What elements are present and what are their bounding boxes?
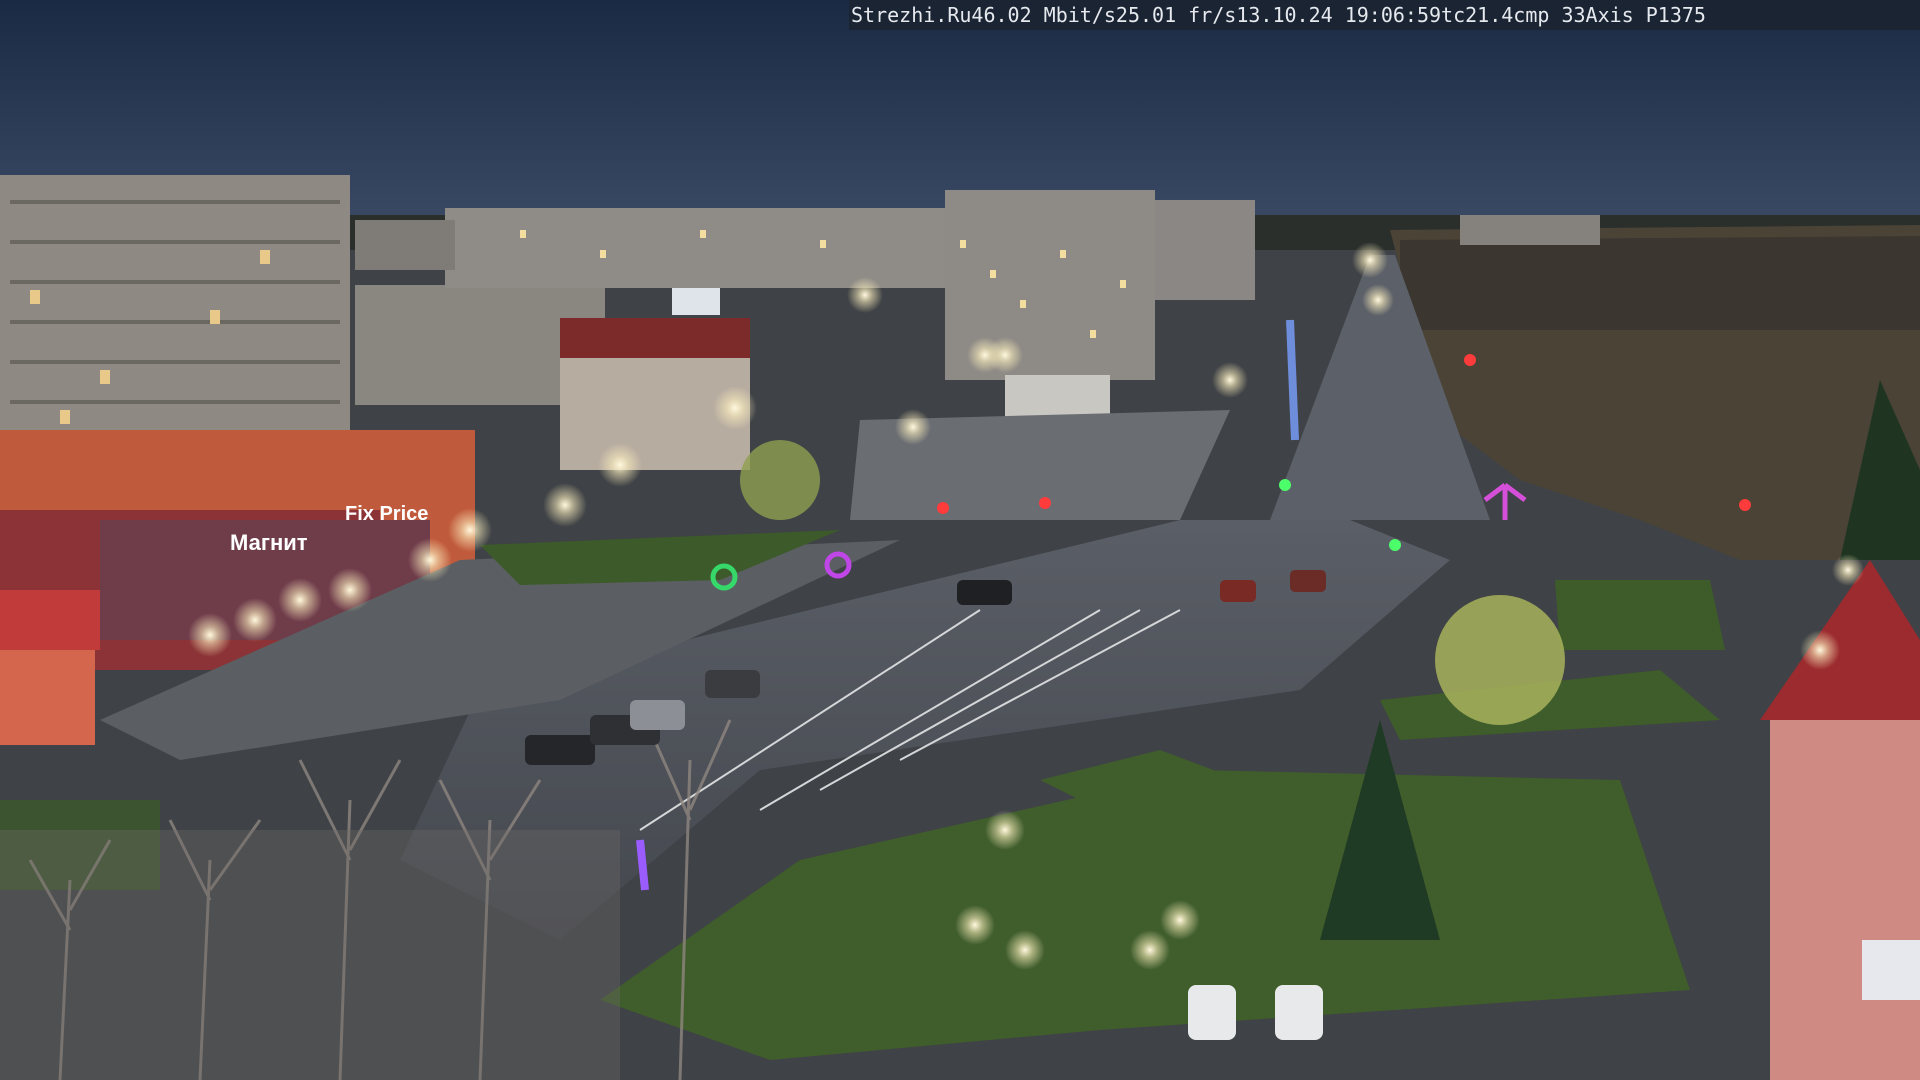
red-roof	[560, 318, 750, 358]
tree-haze	[0, 830, 620, 1080]
overlay-datetime: 13.10.24 19:06:59	[1236, 3, 1442, 27]
camera-info-overlay: Strezhi.Ru 46.02 Mbit/s 25.01 fr/s 13.10…	[849, 0, 1920, 30]
store-sign-magnit: Магнит	[230, 530, 308, 555]
birch-left	[740, 440, 820, 520]
light-post-decoration	[636, 839, 649, 891]
overlay-bitrate: 46.02 Mbit/s	[971, 3, 1116, 27]
right-far-block	[1155, 200, 1255, 300]
street-scene: Магнит Fix Price	[0, 0, 1920, 1080]
far-block-1	[445, 208, 945, 288]
overlay-site: Strezhi.Ru	[851, 3, 972, 27]
small-pavilion	[1005, 375, 1110, 420]
webcam-frame: Магнит Fix Price Strezhi.Ru 46.02 Mbit/s…	[0, 0, 1920, 1080]
holiday-light-column	[1286, 319, 1299, 441]
far-block-2	[355, 220, 455, 270]
store-sign-fixprice: Fix Price	[345, 503, 428, 525]
far-right-block	[1460, 215, 1600, 245]
overlay-framerate: 25.01 fr/s	[1115, 3, 1237, 27]
overlay-cmp: cmp 33	[1513, 3, 1586, 27]
yellow-birch	[1435, 595, 1565, 725]
lawn-right-1	[1555, 580, 1725, 650]
overlay-tc: tc21.4	[1441, 3, 1514, 27]
forest-right-dark	[1400, 236, 1920, 330]
overlay-model: Axis P1375	[1585, 3, 1706, 27]
